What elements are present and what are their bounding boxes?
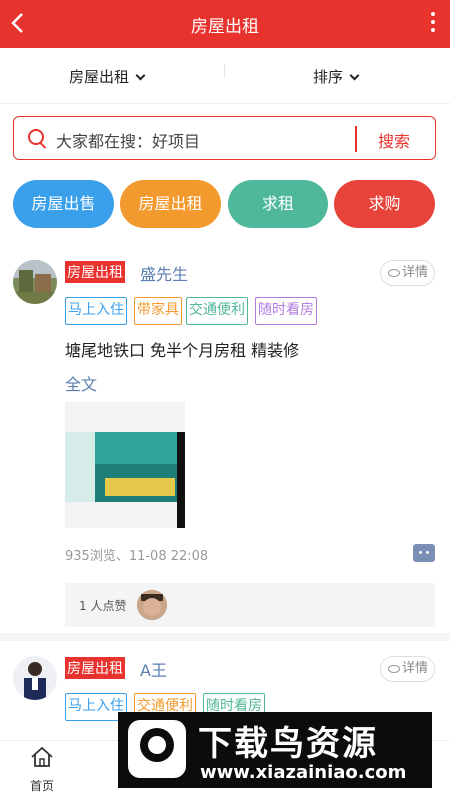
category-rent-button[interactable]: 房屋出租 (120, 180, 221, 228)
bird-logo-icon (128, 720, 186, 778)
search-divider (355, 126, 357, 152)
eye-icon (388, 665, 400, 673)
post-type-tag: 房屋出租 (65, 657, 125, 679)
divider (224, 64, 225, 78)
home-icon (31, 746, 53, 767)
feature-chip: 交通便利 (186, 297, 248, 325)
search-icon (28, 129, 44, 145)
feature-chip: 马上入住 (65, 297, 127, 325)
user-name[interactable]: A王 (140, 657, 167, 681)
feature-chip: 带家具 (134, 297, 182, 325)
detail-button[interactable]: 详情 (380, 260, 435, 286)
tab-home-label: 首页 (29, 779, 54, 793)
search-button[interactable]: 搜索 (378, 128, 410, 152)
post-type-tag: 房屋出租 (65, 261, 125, 283)
tab-home[interactable]: 首页 (22, 745, 62, 794)
filter-sort-dropdown[interactable]: 排序 (313, 66, 360, 87)
likes-section: 1 人点赞 (65, 583, 435, 627)
post-content: 塘尾地铁口 免半个月房租 精装修 (65, 341, 300, 360)
app-header: 房屋出租 (0, 0, 450, 48)
post-image[interactable] (65, 402, 185, 528)
watermark-banner: 下载鸟资源 www.xiazainiao.com (118, 712, 432, 788)
post-meta: 935浏览、11-08 22:08 (65, 549, 209, 564)
avatar[interactable] (13, 656, 57, 700)
filter-category-label: 房屋出租 (69, 68, 130, 86)
filter-sort-label: 排序 (313, 68, 344, 86)
user-name[interactable]: 盛先生 (140, 261, 188, 285)
more-menu-icon[interactable] (430, 12, 436, 36)
filter-bar: 房屋出租 排序 (0, 48, 450, 104)
comment-icon[interactable] (413, 544, 435, 562)
avatar[interactable] (13, 260, 57, 304)
full-text-link[interactable]: 全文 (65, 371, 97, 395)
divider (0, 633, 450, 641)
search-bar: 大家都在搜：好项目 搜索 (13, 116, 436, 160)
search-input[interactable]: 大家都在搜：好项目 (56, 128, 200, 152)
filter-category-dropdown[interactable]: 房屋出租 (69, 66, 146, 87)
category-want-buy-button[interactable]: 求购 (334, 180, 435, 228)
category-sale-button[interactable]: 房屋出售 (13, 180, 114, 228)
category-want-rent-button[interactable]: 求租 (228, 180, 328, 228)
watermark-title: 下载鸟资源 (198, 724, 378, 764)
detail-label: 详情 (401, 265, 428, 280)
avatar[interactable] (137, 590, 167, 620)
feature-chip: 随时看房 (255, 297, 317, 325)
eye-icon (388, 269, 400, 277)
chevron-down-icon (349, 70, 360, 81)
detail-button[interactable]: 详情 (380, 656, 435, 682)
detail-label: 详情 (401, 661, 428, 676)
watermark-url: www.xiazainiao.com (200, 762, 407, 783)
likes-count: 1 人点赞 (79, 599, 127, 613)
page-title: 房屋出租 (191, 17, 259, 37)
category-buttons: 房屋出售 房屋出租 求租 求购 (0, 180, 450, 230)
chevron-down-icon (135, 70, 146, 81)
